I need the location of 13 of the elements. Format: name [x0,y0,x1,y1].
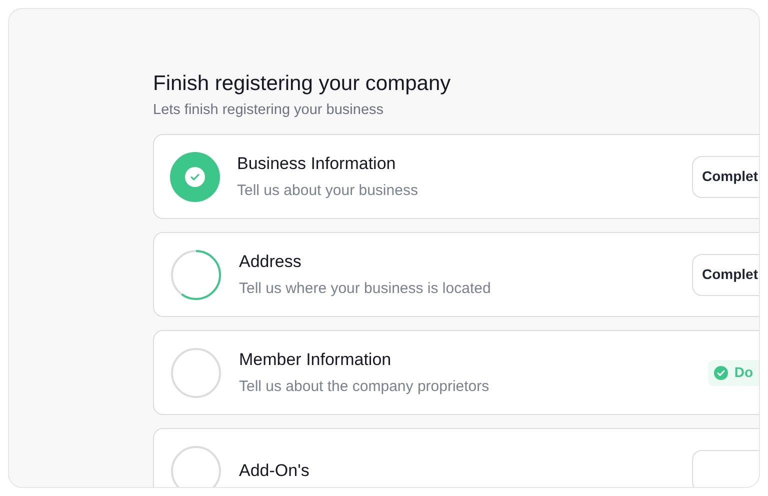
step-description: Tell us about your business [237,180,419,200]
badge-label: Do [734,363,753,382]
page-title: Finish registering your company [153,71,452,97]
step-description: Tell us about the company proprietors [239,376,490,396]
complete-button[interactable]: Complet [692,254,759,296]
step-title: Member Information [239,348,392,370]
step-title: Business Information [237,152,397,174]
step-title: Add-On's [239,460,310,482]
step-description: Tell us where your business is located [239,278,492,298]
step-title: Address [239,250,302,272]
complete-button[interactable]: Complet [692,156,759,198]
page-subtitle: Lets finish registering your business [153,101,385,120]
check-circle-icon [714,366,728,380]
